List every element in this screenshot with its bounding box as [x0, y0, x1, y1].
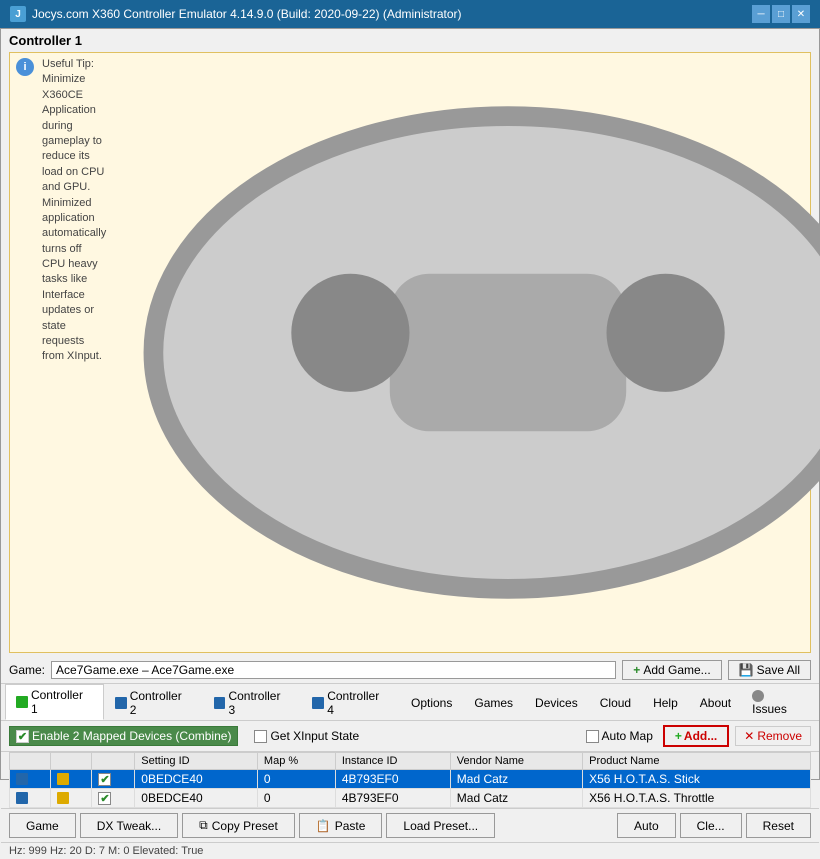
- header-title: Controller 1: [9, 33, 811, 48]
- remove-button[interactable]: ✕ Remove: [735, 726, 811, 746]
- add-button[interactable]: + Add...: [663, 725, 729, 747]
- row1-check: ✔: [92, 770, 135, 789]
- game-bar: Game: + Add Game... 💾 Save All: [1, 657, 819, 684]
- close-button[interactable]: ✕: [792, 5, 810, 23]
- clear-button[interactable]: Cle...: [680, 813, 742, 838]
- tab-icon-controller1: [16, 696, 28, 708]
- row1-icon2: [51, 770, 92, 789]
- automap-checkbox-box: [586, 730, 599, 743]
- minimize-button[interactable]: ─: [752, 5, 770, 23]
- tab-options[interactable]: Options: [400, 692, 463, 713]
- tab-controller4[interactable]: Controller 4: [301, 685, 400, 720]
- tab-controller3[interactable]: Controller 3: [203, 685, 302, 720]
- row2-check: ✔: [92, 789, 135, 808]
- row2-setting-id: 0BEDCE40: [135, 789, 258, 808]
- paste-button[interactable]: 📋 Paste: [299, 813, 383, 838]
- checkbox-icon: ✔: [16, 730, 29, 743]
- remove-x-icon: ✕: [744, 729, 754, 743]
- col-header-3: [92, 753, 135, 770]
- col-header-map: Map %: [257, 753, 335, 770]
- row2-vendor: Mad Catz: [450, 789, 582, 808]
- row1-yellow-icon: [57, 773, 69, 785]
- header: Controller 1 i Useful Tip: Minimize X360…: [1, 29, 819, 657]
- tab-cloud[interactable]: Cloud: [589, 692, 642, 713]
- device-table: Setting ID Map % Instance ID Vendor Name…: [9, 752, 811, 808]
- bottom-btn-spacer: [499, 813, 613, 838]
- row2-product: X56 H.O.T.A.S. Throttle: [583, 789, 811, 808]
- xinput-state-checkbox[interactable]: Get XInput State: [254, 729, 359, 743]
- title-bar-controls: ─ □ ✕: [752, 5, 810, 23]
- enable-mapped-devices-checkbox[interactable]: ✔ Enable 2 Mapped Devices (Combine): [9, 726, 238, 746]
- tab-help[interactable]: Help: [642, 692, 689, 713]
- add-plus-icon: +: [675, 729, 682, 743]
- row1-instance: 4B793EF0: [335, 770, 450, 789]
- row2-blue-icon: [16, 792, 28, 804]
- row2-map: 0: [257, 789, 335, 808]
- tab-devices[interactable]: Devices: [524, 692, 589, 713]
- title-bar-left: J Jocys.com X360 Controller Emulator 4.1…: [10, 6, 462, 22]
- tab-games[interactable]: Games: [463, 692, 524, 713]
- tab-about[interactable]: About: [689, 692, 742, 713]
- row2-icon2: [51, 789, 92, 808]
- main-window: Controller 1 i Useful Tip: Minimize X360…: [0, 28, 820, 780]
- issues-indicator: [752, 690, 764, 702]
- status-bar: Hz: 999 Hz: 20 D: 7 M: 0 Elevated: True: [1, 842, 819, 859]
- col-header-2: [51, 753, 92, 770]
- col-header-vendor: Vendor Name: [450, 753, 582, 770]
- table-row[interactable]: ✔ 0BEDCE40 0 4B793EF0 Mad Catz X56 H.O.T…: [10, 770, 811, 789]
- row2-instance: 4B793EF0: [335, 789, 450, 808]
- row2-yellow-icon: [57, 792, 69, 804]
- controller-area: ✔ Enable 2 Mapped Devices (Combine) Get …: [1, 721, 819, 752]
- col-header-instance: Instance ID: [335, 753, 450, 770]
- col-header-product: Product Name: [583, 753, 811, 770]
- row1-map: 0: [257, 770, 335, 789]
- paste-icon: 📋: [316, 819, 331, 833]
- save-icon: 💾: [739, 663, 754, 677]
- tab-issues[interactable]: Issues: [742, 685, 815, 719]
- row1-blue-icon: [16, 773, 28, 785]
- tab-icon-controller2: [115, 697, 127, 709]
- controller-row: ✔ Enable 2 Mapped Devices (Combine) Get …: [9, 725, 811, 747]
- title-bar: J Jocys.com X360 Controller Emulator 4.1…: [0, 0, 820, 28]
- device-table-container: Setting ID Map % Instance ID Vendor Name…: [1, 752, 819, 808]
- auto-button[interactable]: Auto: [617, 813, 676, 838]
- tip-bar: i Useful Tip: Minimize X360CE Applicatio…: [9, 52, 811, 653]
- row2-icon1: [10, 789, 51, 808]
- bottom-buttons: Game DX Tweak... ⧉ Copy Preset 📋 Paste L…: [1, 808, 819, 842]
- load-preset-button[interactable]: Load Preset...: [386, 813, 495, 838]
- row1-product: X56 H.O.T.A.S. Stick: [583, 770, 811, 789]
- game-input[interactable]: [51, 661, 616, 679]
- row1-vendor: Mad Catz: [450, 770, 582, 789]
- automap-checkbox[interactable]: Auto Map: [586, 729, 653, 743]
- tip-text: Useful Tip: Minimize X360CE Application …: [42, 57, 106, 365]
- plus-icon: +: [633, 663, 640, 677]
- game-button[interactable]: Game: [9, 813, 76, 838]
- save-all-button[interactable]: 💾 Save All: [728, 660, 811, 680]
- col-header-setting-id: Setting ID: [135, 753, 258, 770]
- add-game-button[interactable]: + Add Game...: [622, 660, 721, 680]
- table-row[interactable]: ✔ 0BEDCE40 0 4B793EF0 Mad Catz X56 H.O.T…: [10, 789, 811, 808]
- tab-icon-controller4: [312, 697, 324, 709]
- maximize-button[interactable]: □: [772, 5, 790, 23]
- app-icon: J: [10, 6, 26, 22]
- dxtweak-button[interactable]: DX Tweak...: [80, 813, 178, 838]
- reset-button[interactable]: Reset: [746, 813, 811, 838]
- tab-controller2[interactable]: Controller 2: [104, 685, 203, 720]
- app-window: J Jocys.com X360 Controller Emulator 4.1…: [0, 0, 820, 780]
- xinput-checkbox-box: [254, 730, 267, 743]
- status-text: Hz: 999 Hz: 20 D: 7 M: 0 Elevated: True: [9, 845, 203, 857]
- game-label: Game:: [9, 663, 45, 677]
- tab-bar: Controller 1 Controller 2 Controller 3 C…: [1, 684, 819, 721]
- col-header-1: [10, 753, 51, 770]
- row1-setting-id: 0BEDCE40: [135, 770, 258, 789]
- controller-decorative-icon: [114, 57, 820, 648]
- copy-icon: ⧉: [199, 818, 208, 833]
- row1-icon1: [10, 770, 51, 789]
- title-bar-title: Jocys.com X360 Controller Emulator 4.14.…: [32, 7, 462, 21]
- copy-preset-button[interactable]: ⧉ Copy Preset: [182, 813, 295, 838]
- tab-icon-controller3: [214, 697, 226, 709]
- tip-icon: i: [16, 58, 34, 76]
- tab-controller1[interactable]: Controller 1: [5, 684, 104, 720]
